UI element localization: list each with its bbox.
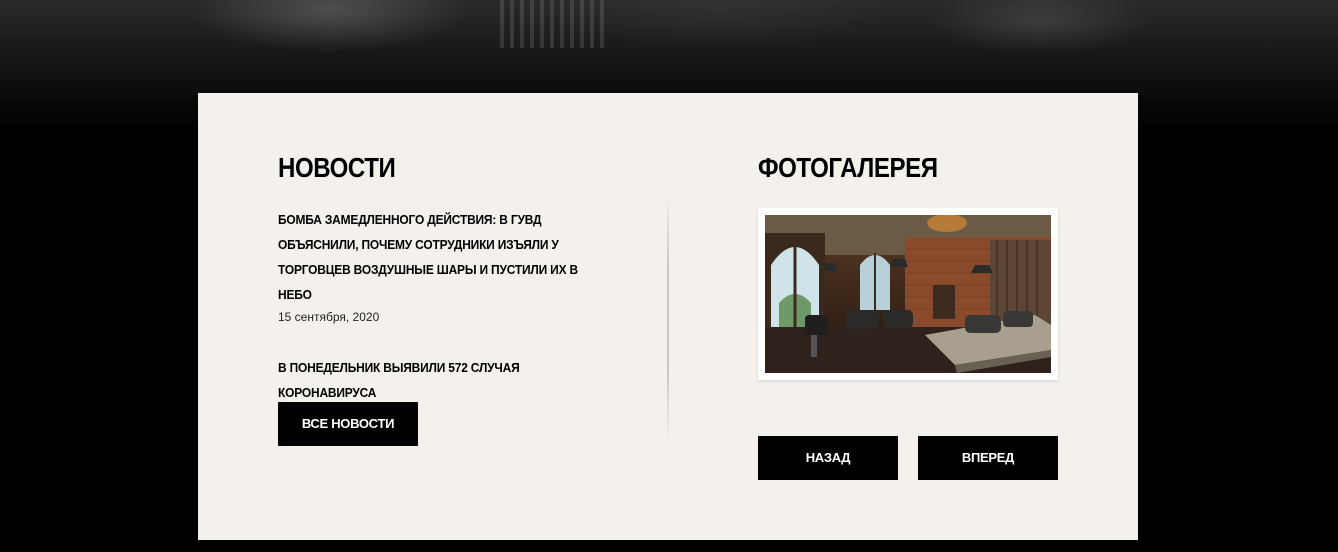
gallery-title: ФОТОГАЛЕРЕЯ bbox=[758, 152, 938, 183]
news-item[interactable]: БОМБА ЗАМЕДЛЕННОГО ДЕЙСТВИЯ: В ГУВД ОБЪЯ… bbox=[278, 207, 598, 327]
gallery-next-button[interactable]: ВПЕРЕД bbox=[918, 436, 1058, 480]
news-date: 15 сентября, 2020 bbox=[278, 310, 380, 324]
hero-background-detail bbox=[500, 0, 610, 48]
news-section: НОВОСТИ БОМБА ЗАМЕДЛЕННОГО ДЕЙСТВИЯ: В Г… bbox=[278, 149, 598, 446]
content-panel: НОВОСТИ БОМБА ЗАМЕДЛЕННОГО ДЕЙСТВИЯ: В Г… bbox=[198, 93, 1138, 540]
news-title: НОВОСТИ bbox=[278, 152, 396, 183]
gallery-prev-button[interactable]: НАЗАД bbox=[758, 436, 898, 480]
news-headline[interactable]: БОМБА ЗАМЕДЛЕННОГО ДЕЙСТВИЯ: В ГУВД ОБЪЯ… bbox=[278, 207, 591, 307]
gallery-photo-frame[interactable] bbox=[758, 208, 1058, 380]
barbershop-interior-photo bbox=[765, 215, 1051, 373]
gallery-section: ФОТОГАЛЕРЕЯ НАЗАД ВПЕРЕД bbox=[758, 149, 1058, 480]
gallery-photo[interactable] bbox=[765, 215, 1051, 373]
news-headline[interactable]: В ПОНЕДЕЛЬНИК ВЫЯВИЛИ 572 СЛУЧАЯ КОРОНАВ… bbox=[278, 355, 591, 405]
all-news-button[interactable]: ВСЕ НОВОСТИ bbox=[278, 402, 418, 446]
column-divider bbox=[667, 193, 669, 443]
